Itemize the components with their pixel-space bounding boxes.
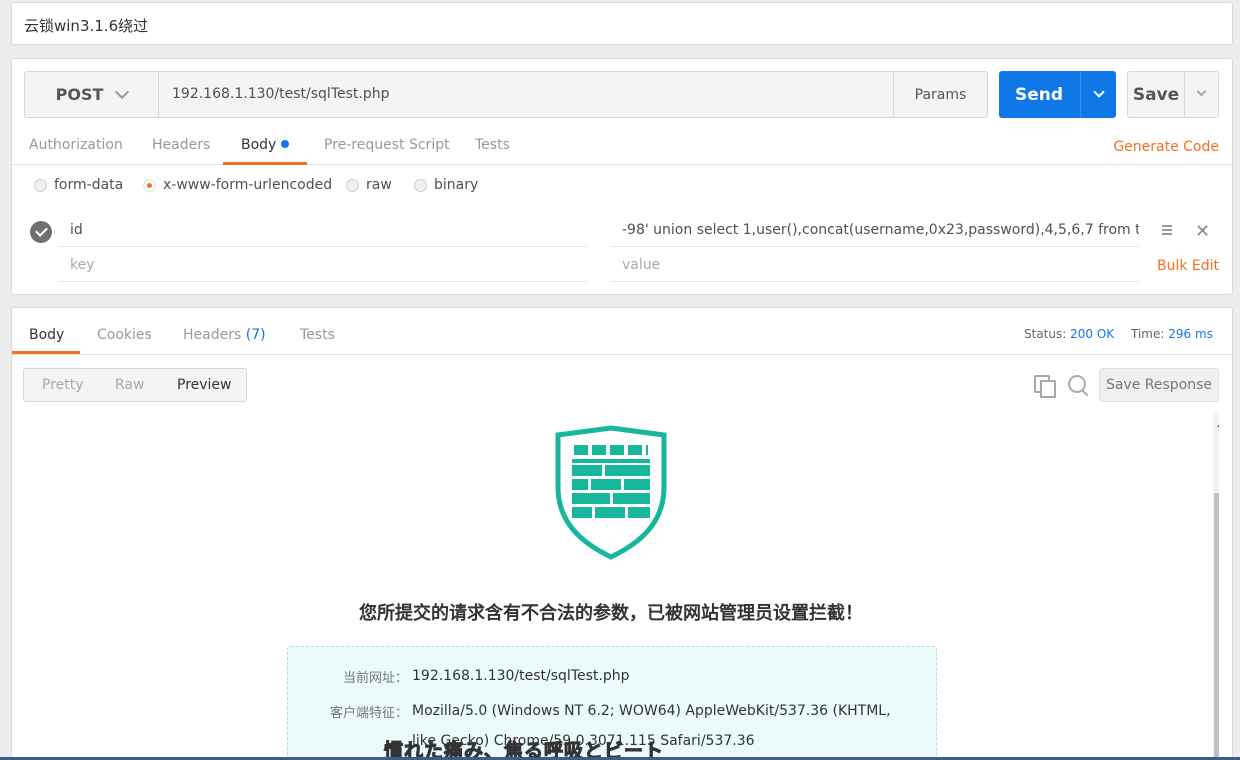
status-label-text: Status: (1024, 327, 1067, 341)
copy-icon[interactable] (1034, 375, 1056, 398)
chevron-down-icon (115, 84, 130, 99)
time-label: Time: 296 ms (1131, 327, 1213, 341)
scroll-up-icon[interactable] (1217, 421, 1219, 427)
block-message: 您所提交的请求含有不合法的参数，已被网站管理员设置拦截！ (359, 603, 863, 624)
close-icon[interactable]: ✕ (1195, 221, 1210, 242)
method-label: POST (55, 85, 104, 104)
view-pretty[interactable]: Pretty (42, 377, 84, 393)
url-bar: POST 192.168.1.130/test/sqlTest.php Para… (24, 71, 988, 118)
active-tab-indicator (223, 162, 307, 165)
status-label: Status: 200 OK (1024, 327, 1114, 341)
response-tab-tests[interactable]: Tests (300, 327, 335, 343)
save-label: Save (1132, 84, 1180, 105)
modified-dot-icon (281, 140, 290, 148)
radio-dot (34, 178, 47, 192)
response-tab-cookies[interactable]: Cookies (97, 327, 152, 343)
radio-label: raw (366, 177, 392, 193)
response-tabs: Body Cookies Headers (7) Tests Status: 2… (12, 308, 1232, 355)
radio-form-data[interactable]: form-data (34, 177, 123, 193)
view-raw[interactable]: Raw (115, 377, 144, 393)
radio-binary[interactable]: binary (414, 177, 478, 193)
info-label: 当前网址： (342, 671, 408, 686)
active-tab-indicator (12, 351, 80, 354)
save-dropdown[interactable] (1184, 72, 1218, 117)
request-tabs: Authorization Headers Body Pre-request S… (12, 133, 1232, 165)
tab-authorization[interactable]: Authorization (29, 137, 123, 153)
shield-icon (555, 425, 667, 560)
request-name-bar[interactable]: 云锁win3.1.6绕过 (11, 2, 1233, 45)
radio-label: binary (434, 177, 479, 193)
scrollbar[interactable] (1213, 413, 1219, 760)
view-preview[interactable]: Preview (177, 377, 232, 393)
radio-x-www-form-urlencoded[interactable]: x-www-form-urlencoded (143, 177, 332, 193)
tab-pre-request-script[interactable]: Pre-request Script (324, 137, 450, 153)
info-value-url: 192.168.1.130/test/sqlTest.php (412, 668, 630, 684)
response-tab-headers-label: Headers (183, 327, 242, 343)
send-dropdown[interactable] (1080, 71, 1116, 118)
search-icon[interactable] (1067, 374, 1089, 396)
radio-dot (414, 178, 427, 192)
chevron-down-icon (1092, 85, 1105, 98)
bulk-edit-link[interactable]: Bulk Edit (1157, 258, 1219, 274)
radio-raw[interactable]: raw (346, 177, 392, 193)
response-tab-body[interactable]: Body (29, 327, 64, 343)
response-tab-headers[interactable]: Headers (7) (183, 327, 266, 343)
request-name: 云锁win3.1.6绕过 (24, 17, 149, 35)
radio-dot (346, 178, 359, 192)
headers-count: (7) (245, 327, 266, 343)
tab-body[interactable]: Body (241, 137, 290, 153)
view-mode-toggle: Pretty Raw Preview (23, 368, 247, 402)
url-input[interactable]: 192.168.1.130/test/sqlTest.php (172, 86, 389, 102)
check-icon[interactable] (30, 221, 52, 243)
reorder-icon[interactable] (1162, 225, 1172, 235)
save-response-button[interactable]: Save Response (1099, 368, 1219, 402)
param-key-placeholder[interactable]: key (58, 248, 587, 282)
chevron-down-icon (1196, 86, 1207, 97)
send-button[interactable]: Send (999, 71, 1116, 118)
param-value-placeholder[interactable]: value (610, 248, 1139, 282)
tab-tests[interactable]: Tests (475, 137, 510, 153)
save-button[interactable]: Save (1127, 71, 1219, 118)
param-key-input[interactable]: id (58, 213, 587, 247)
params-button[interactable]: Params (893, 72, 987, 117)
generate-code-link[interactable]: Generate Code (1113, 139, 1219, 155)
response-panel: Body Cookies Headers (7) Tests Status: 2… (11, 307, 1233, 760)
radio-label: x-www-form-urlencoded (163, 177, 333, 193)
radio-dot-selected (143, 178, 156, 192)
info-label: 客户端特征： (329, 706, 408, 721)
param-row: id -98' union select 1,user(),concat(use… (12, 213, 1232, 247)
time-value: 296 ms (1168, 327, 1213, 341)
radio-label: form-data (54, 177, 124, 193)
param-value-input[interactable]: -98' union select 1,user(),concat(userna… (610, 213, 1139, 247)
response-preview: 您所提交的请求含有不合法的参数，已被网站管理员设置拦截！ 当前网址： 192.1… (23, 413, 1219, 760)
time-label-text: Time: (1131, 327, 1165, 341)
tab-body-label: Body (241, 137, 277, 153)
send-label: Send (1014, 84, 1064, 105)
tab-headers[interactable]: Headers (152, 137, 210, 153)
status-value: 200 OK (1070, 327, 1115, 341)
method-select[interactable]: POST (25, 72, 159, 117)
request-panel: POST 192.168.1.130/test/sqlTest.php Para… (11, 58, 1233, 295)
param-row-empty: key value Bulk Edit (12, 248, 1232, 282)
scroll-thumb[interactable] (1214, 493, 1219, 760)
